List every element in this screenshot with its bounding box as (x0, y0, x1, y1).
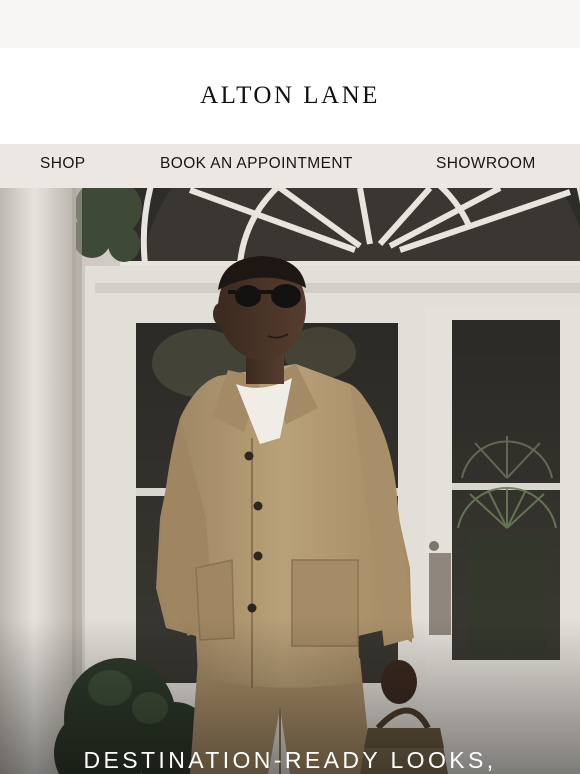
nav-bar: SHOP BOOK AN APPOINTMENT SHOWROOM (0, 144, 580, 188)
header: ALTON LANE (0, 48, 580, 144)
hero-headline: DESTINATION-READY LOOKS, (83, 747, 497, 773)
hero-banner[interactable]: DESTINATION-READY LOOKS, (0, 188, 580, 774)
top-spacer (0, 0, 580, 48)
nav-book-appointment-link[interactable]: BOOK AN APPOINTMENT (160, 144, 353, 188)
nav-shop-link[interactable]: SHOP (40, 144, 86, 188)
brand-logo[interactable]: ALTON LANE (200, 82, 380, 110)
hero-image (0, 188, 580, 774)
nav-showroom-link[interactable]: SHOWROOM (436, 144, 536, 188)
email-page: ALTON LANE SHOP BOOK AN APPOINTMENT SHOW… (0, 0, 580, 774)
